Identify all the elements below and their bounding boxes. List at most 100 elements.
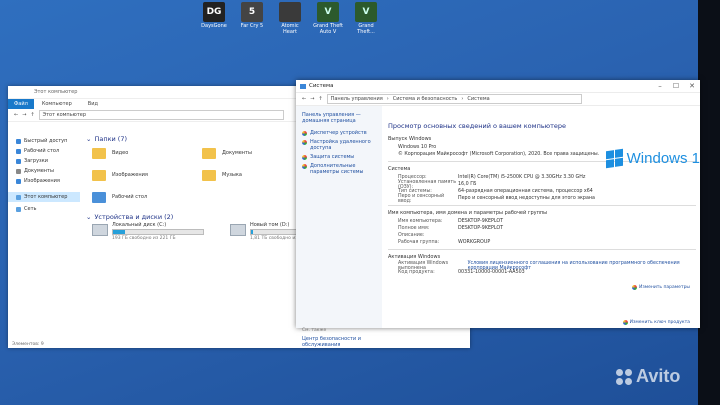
system-title: Система <box>309 83 334 89</box>
folder-item[interactable]: Видео <box>92 144 202 162</box>
name-row: Полное имя: DESKTOP-9KEPLOT <box>388 225 696 232</box>
chevron-down-icon: ⌄ <box>86 135 92 143</box>
desktop-icon-gta5[interactable]: V Grand Theft Auto V <box>312 2 344 35</box>
system-main: Просмотр основных сведений о вашем компь… <box>388 106 700 328</box>
shield-icon <box>631 285 637 290</box>
explorer-nav-pane: Быстрый доступ Рабочий стол Загрузки Док… <box>8 134 80 338</box>
address-input[interactable]: Этот компьютер <box>38 110 284 120</box>
change-params-label: Изменить параметры <box>638 284 690 290</box>
back-icon[interactable]: ← <box>302 96 306 102</box>
desktop-icon-label: Grand Theft Auto V <box>313 23 343 35</box>
folder-label: Изображения <box>112 172 148 178</box>
forward-icon[interactable]: → <box>22 112 26 118</box>
nav-label: Сеть <box>24 206 37 212</box>
nav-item-quick-access[interactable]: Быстрый доступ <box>8 136 80 146</box>
documents-folder-icon <box>202 147 216 159</box>
row-value: 16,0 ГБ <box>458 182 477 187</box>
nav-item-pictures[interactable]: Изображения <box>8 176 80 186</box>
control-panel-home-link[interactable]: Панель управления — домашняя страница <box>302 112 382 124</box>
nav-item-documents[interactable]: Документы <box>8 166 80 176</box>
computer-tab[interactable]: Компьютер <box>34 101 80 107</box>
star-icon <box>16 138 21 144</box>
sidebar-link-label: Защита системы <box>310 154 355 160</box>
drive-icon <box>230 224 246 236</box>
folder-label: Документы <box>222 150 252 156</box>
folder-label: Музыка <box>222 172 242 178</box>
change-key-link[interactable]: Изменить ключ продукта <box>622 319 690 325</box>
nav-label: Загрузки <box>24 158 48 164</box>
edition-value: Windows 10 Pro <box>398 145 437 150</box>
back-icon[interactable]: ← <box>14 112 18 118</box>
see-also-label: См. также <box>302 328 327 333</box>
sidebar-link-advanced-settings[interactable]: Дополнительные параметры системы <box>302 163 382 175</box>
shield-icon <box>302 140 307 145</box>
up-icon[interactable]: ↑ <box>318 96 322 102</box>
drives-header-label: Устройства и диски (2) <box>94 213 174 221</box>
desktop-icon-daysgone[interactable]: DG DaysGone <box>198 2 230 35</box>
row-key: Активация Windows выполнена <box>398 260 449 271</box>
sidebar-link-system-protection[interactable]: Защита системы <box>302 154 382 160</box>
nav-item-desktop[interactable]: Рабочий стол <box>8 146 80 156</box>
nav-item-network[interactable]: Сеть <box>8 204 80 214</box>
drive-free-space: 193 ГБ свободно из 221 ГБ <box>112 236 176 241</box>
system-titlebar[interactable]: Система – ☐ ✕ <box>296 80 700 93</box>
pictures-icon <box>16 178 21 184</box>
shield-icon <box>622 320 628 325</box>
desktop-icons: DG DaysGone 5 Far Cry 5 Atomic Heart V G… <box>198 2 382 35</box>
sidebar-link-remote-settings[interactable]: Настройка удаленного доступа <box>302 139 382 151</box>
system-row: Установленная память (ОЗУ): 16,0 ГБ <box>388 180 696 190</box>
close-button[interactable]: ✕ <box>684 82 700 90</box>
breadcrumb-separator-icon: › <box>461 96 464 102</box>
download-icon <box>16 158 21 164</box>
sidebar-link-label: Дополнительные параметры системы <box>310 163 364 175</box>
drive-icon <box>92 224 108 236</box>
row-value: 00331-10000-00001-AA503 <box>458 270 525 275</box>
folder-item[interactable]: Рабочий стол <box>92 188 202 206</box>
atomic-heart-icon <box>279 2 301 22</box>
row-value: Перо и сенсорный ввод недоступны для это… <box>458 196 595 201</box>
row-key: Полное имя: <box>398 226 430 231</box>
row-value: DESKTOP-9KEPLOT <box>458 219 504 224</box>
sidebar-link-device-manager[interactable]: Диспетчер устройств <box>302 130 382 136</box>
nav-item-downloads[interactable]: Загрузки <box>8 156 80 166</box>
change-key-label: Изменить ключ продукта <box>629 319 690 325</box>
breadcrumb-item[interactable]: Система <box>467 96 489 102</box>
maximize-button[interactable]: ☐ <box>668 82 684 90</box>
gta5-icon: V <box>355 2 377 22</box>
documents-icon <box>16 168 21 174</box>
row-value: Intel(R) Core(TM) i5-2500K CPU @ 3.30GHz… <box>458 175 586 180</box>
breadcrumb-item[interactable]: Панель управления <box>331 96 383 102</box>
nav-label: Этот компьютер <box>24 194 68 200</box>
security-center-link[interactable]: Центр безопасности и обслуживания <box>302 336 382 348</box>
minimize-button[interactable]: – <box>652 82 668 90</box>
drive-c[interactable]: Локальный диск (C:) 193 ГБ свободно из 2… <box>92 222 212 241</box>
system-address-bar: ← → ↑ Панель управления › Система и безо… <box>296 93 700 106</box>
name-row: Рабочая группа: WORKGROUP <box>388 239 696 246</box>
view-tab[interactable]: Вид <box>80 101 106 107</box>
system-address-input[interactable]: Панель управления › Система и безопаснос… <box>326 94 582 104</box>
copyright-value: © Корпорация Майкрософт (Microsoft Corpo… <box>398 152 600 157</box>
forward-icon[interactable]: → <box>310 96 314 102</box>
file-tab[interactable]: Файл <box>8 99 34 109</box>
windows-logo-text: Windows 1 <box>626 150 700 167</box>
shield-icon <box>302 131 307 136</box>
system-sidebar: Панель управления — домашняя страница Ди… <box>296 106 382 348</box>
breadcrumb-item[interactable]: Система и безопасность <box>393 96 458 102</box>
sidebar-link-label: Диспетчер устройств <box>310 130 367 136</box>
license-terms-link[interactable]: Условия лицензионного соглашения на испо… <box>468 261 696 271</box>
row-value: 64-разрядная операционная система, проце… <box>458 189 593 194</box>
sidebar-link-label: Настройка удаленного доступа <box>310 139 371 151</box>
address-text: Этот компьютер <box>42 112 87 118</box>
folder-item[interactable]: Изображения <box>92 166 202 184</box>
drive-usage-fill <box>251 230 253 234</box>
desktop-icon-atomic-heart[interactable]: Atomic Heart <box>274 2 306 35</box>
change-params-link[interactable]: Изменить параметры <box>631 284 690 290</box>
desktop-icon-farcry5[interactable]: 5 Far Cry 5 <box>236 2 268 35</box>
desktop-icon-gta5-2[interactable]: V Grand Theft... <box>350 2 382 35</box>
up-icon[interactable]: ↑ <box>30 112 34 118</box>
row-key: Код продукта: <box>398 270 435 275</box>
folder-label: Рабочий стол <box>112 194 148 200</box>
nav-item-this-pc[interactable]: Этот компьютер <box>8 192 80 202</box>
system-window-icon <box>300 83 306 89</box>
explorer-status-bar: Элементов: 9 <box>12 342 44 347</box>
